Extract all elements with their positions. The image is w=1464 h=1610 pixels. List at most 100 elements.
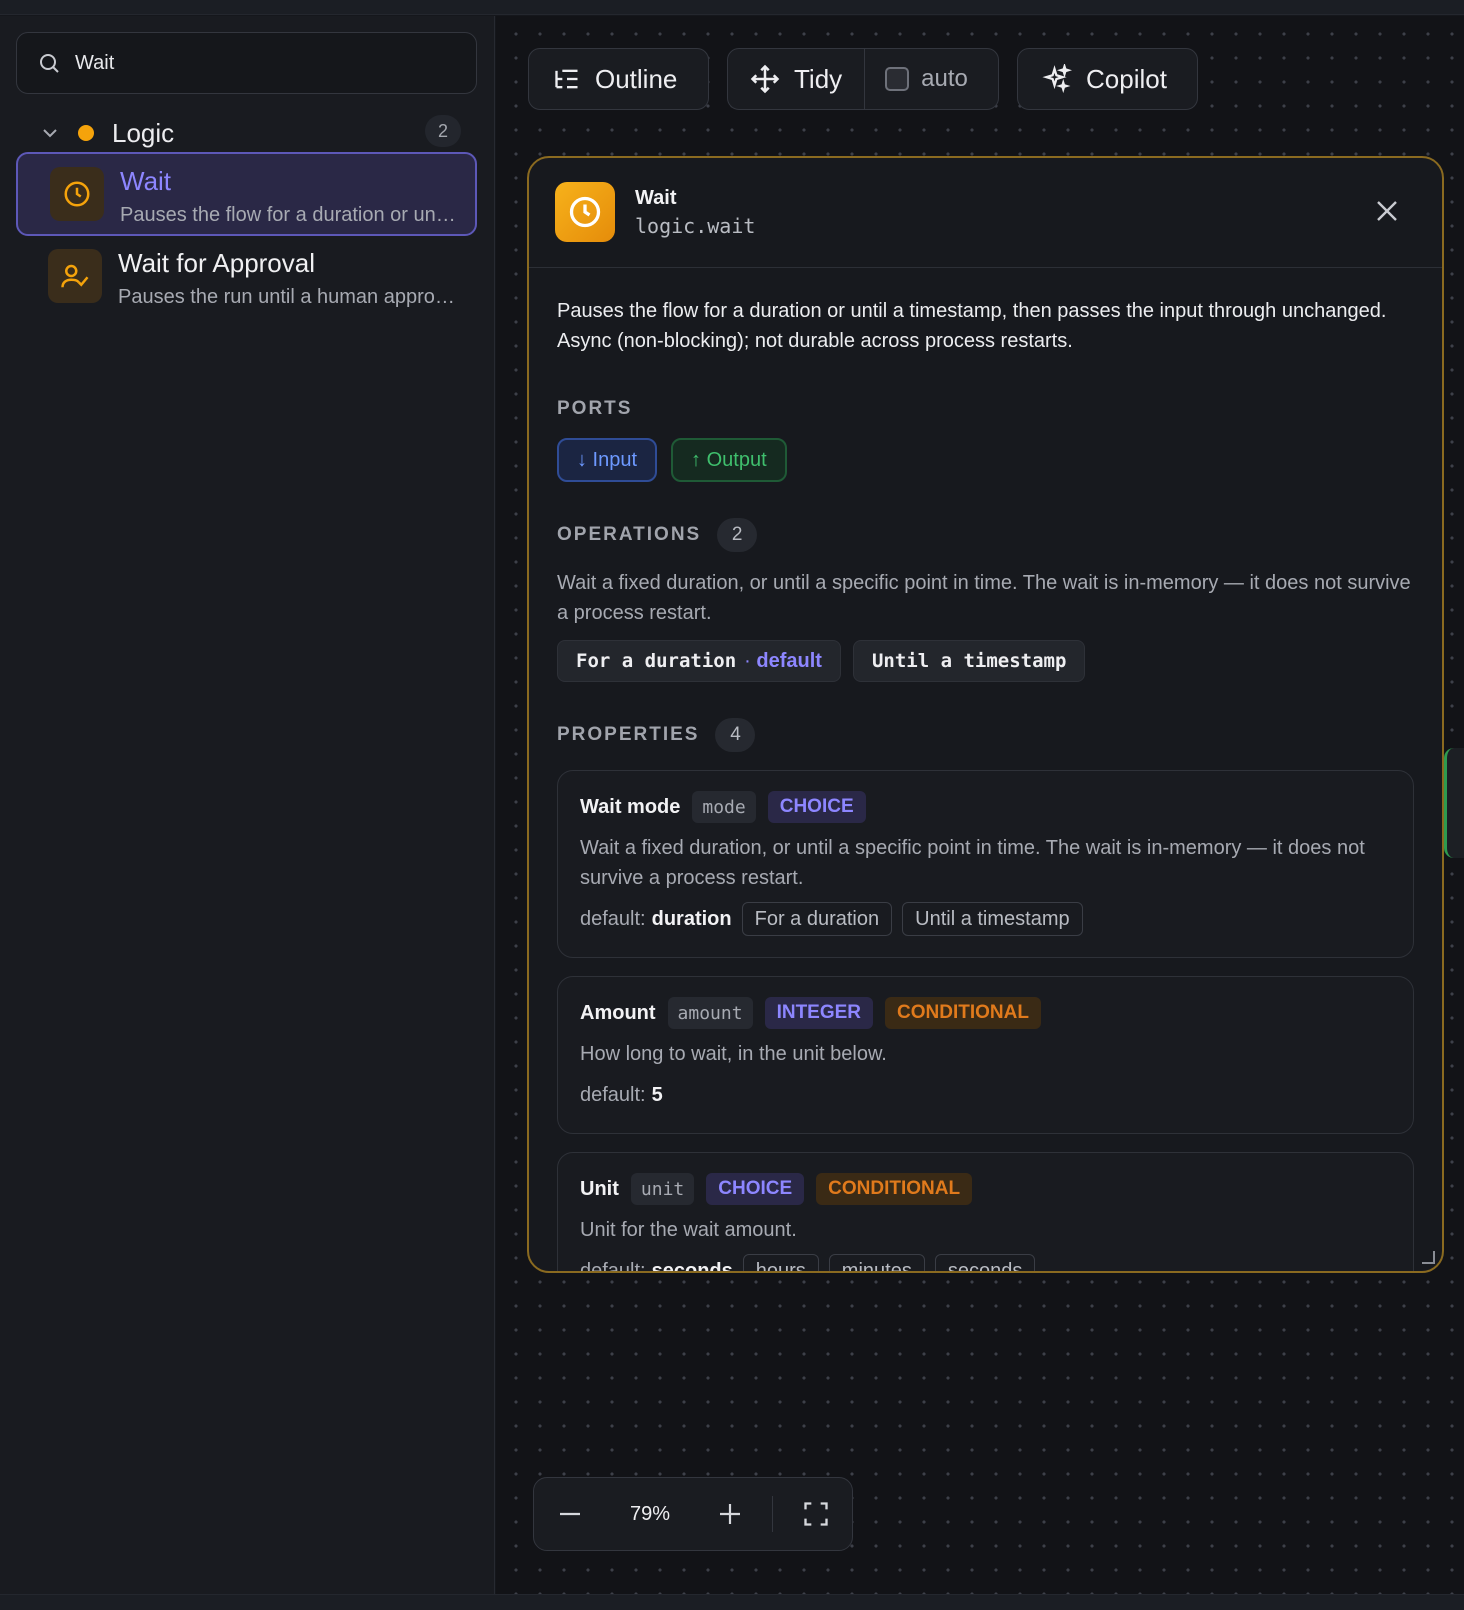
property-card-amount: Amount amount INTEGER CONDITIONAL How lo… (557, 976, 1414, 1134)
operation-for-a-duration[interactable]: For a duration default (557, 640, 841, 682)
move-icon (750, 64, 780, 94)
copilot-button[interactable]: Copilot (1018, 49, 1191, 109)
option-chip: hours (742, 1254, 819, 1271)
ports-section-header: PORTS (557, 392, 1414, 426)
operations-list: For a duration default Until a timestamp (557, 640, 1414, 682)
property-name: Unit (580, 1177, 619, 1200)
copilot-toolbar: Copilot (1017, 48, 1198, 110)
property-description: How long to wait, in the unit below. (580, 1043, 887, 1065)
clock-icon (555, 182, 615, 242)
default-label: default: (580, 1259, 646, 1273)
property-default: default: seconds hours minutes seconds (580, 1253, 1391, 1273)
node-item-wait[interactable]: Wait Pauses the flow for a duration or u… (16, 152, 477, 236)
group-color-dot (78, 125, 94, 141)
zoom-in-button[interactable] (693, 1478, 766, 1550)
node-detail-panel: Wait logic.wait Pauses the flow for a du… (527, 156, 1444, 1273)
auto-tidy-toggle[interactable]: auto (865, 49, 988, 109)
search-input[interactable]: Wait (75, 52, 114, 75)
group-name: Logic (112, 117, 175, 148)
top-bar (0, 0, 1464, 15)
property-key: mode (692, 791, 756, 823)
default-value: 5 (651, 1083, 663, 1106)
group-logic[interactable]: Logic 2 (16, 113, 477, 153)
zoom-divider (772, 1496, 774, 1532)
properties-section-header: PROPERTIES 4 (557, 718, 1414, 752)
zoom-controls: 79% (533, 1477, 853, 1551)
plus-icon (719, 1504, 740, 1524)
tidy-button[interactable]: Tidy (728, 49, 864, 109)
node-library-sidebar: Wait Logic 2 Wait Pauses the flow for a … (0, 16, 495, 1594)
panel-description: Pauses the flow for a duration or until … (557, 300, 1387, 352)
property-type-badge: INTEGER (764, 997, 874, 1029)
ports-list: ↓ Input ↑ Output (557, 438, 1414, 482)
properties-label: PROPERTIES (557, 724, 700, 745)
panel-node-id: logic.wait (635, 214, 756, 238)
property-type-badge: CHOICE (767, 791, 866, 823)
property-name: Amount (580, 1001, 656, 1024)
option-chip: For a duration (741, 902, 893, 936)
zoom-level: 79% (630, 1502, 671, 1525)
node-item-title: Wait (120, 166, 172, 196)
fit-view-button[interactable] (779, 1478, 852, 1550)
close-icon[interactable] (1372, 196, 1402, 226)
fullscreen-icon (803, 1502, 828, 1526)
node-item-desc: Pauses the run until a human approv… (118, 286, 458, 308)
default-value: seconds (651, 1259, 733, 1273)
chevron-down-icon[interactable] (34, 117, 66, 149)
outline-label: Outline (595, 63, 678, 94)
operations-section-header: OPERATIONS 2 (557, 518, 1414, 552)
option-chip: minutes (828, 1254, 925, 1271)
node-item-desc: Pauses the flow for a duration or unt… (120, 204, 460, 226)
property-description: Wait a fixed duration, or until a specif… (580, 837, 1365, 889)
outline-button[interactable]: Outline (529, 49, 701, 109)
input-port-badge: ↓ Input (557, 438, 658, 482)
auto-label: auto (921, 65, 968, 92)
clock-icon (50, 167, 104, 221)
property-card-mode: Wait mode mode CHOICE Wait a fixed durat… (557, 770, 1414, 958)
operation-label: For a duration (576, 650, 737, 672)
group-count-badge: 2 (425, 115, 461, 147)
partial-canvas-node[interactable] (1444, 748, 1464, 858)
minus-icon (560, 1512, 581, 1516)
output-port-badge: ↑ Output (671, 438, 787, 482)
user-check-icon (48, 249, 102, 303)
outline-toolbar: Outline (528, 48, 709, 110)
auto-checkbox[interactable] (885, 67, 910, 91)
property-card-unit: Unit unit CHOICE CONDITIONAL Unit for th… (557, 1152, 1414, 1273)
resize-handle-icon[interactable] (1420, 1249, 1436, 1265)
outline-icon (555, 69, 578, 89)
panel-body: Pauses the flow for a duration or until … (529, 268, 1442, 1273)
search-box[interactable]: Wait (16, 32, 477, 94)
panel-title: Wait (635, 187, 677, 209)
bottom-bar (0, 1594, 1464, 1610)
property-description: Unit for the wait amount. (580, 1219, 797, 1241)
property-key: unit (630, 1173, 695, 1205)
panel-header: Wait logic.wait (529, 158, 1442, 268)
operation-until-a-timestamp[interactable]: Until a timestamp (852, 640, 1086, 682)
property-key: amount (667, 997, 753, 1029)
properties-count: 4 (715, 718, 756, 752)
option-chip: Until a timestamp (902, 902, 1083, 936)
operations-count: 2 (717, 518, 758, 552)
property-default: default: duration For a duration Until a… (580, 901, 1391, 937)
default-marker: default (744, 650, 822, 673)
operations-description: Wait a fixed duration, or until a specif… (557, 572, 1411, 624)
ports-label: PORTS (557, 398, 633, 419)
default-label: default: (580, 907, 646, 930)
node-item-wait-for-approval[interactable]: Wait for Approval Pauses the run until a… (16, 236, 477, 320)
zoom-out-button[interactable] (534, 1478, 607, 1550)
copilot-label: Copilot (1086, 63, 1167, 94)
option-chip: seconds (934, 1254, 1036, 1271)
operation-label: Until a timestamp (871, 650, 1067, 672)
node-item-title: Wait for Approval (118, 248, 316, 278)
sparkles-icon (1042, 64, 1072, 94)
search-icon (40, 54, 59, 73)
operations-label: OPERATIONS (557, 524, 702, 545)
property-name: Wait mode (580, 795, 681, 818)
conditional-badge: CONDITIONAL (885, 997, 1041, 1029)
default-value: duration (651, 907, 732, 930)
property-default: default: 5 (580, 1077, 1391, 1113)
default-label: default: (580, 1083, 646, 1106)
tidy-label: Tidy (794, 63, 843, 94)
conditional-badge: CONDITIONAL (816, 1173, 973, 1205)
